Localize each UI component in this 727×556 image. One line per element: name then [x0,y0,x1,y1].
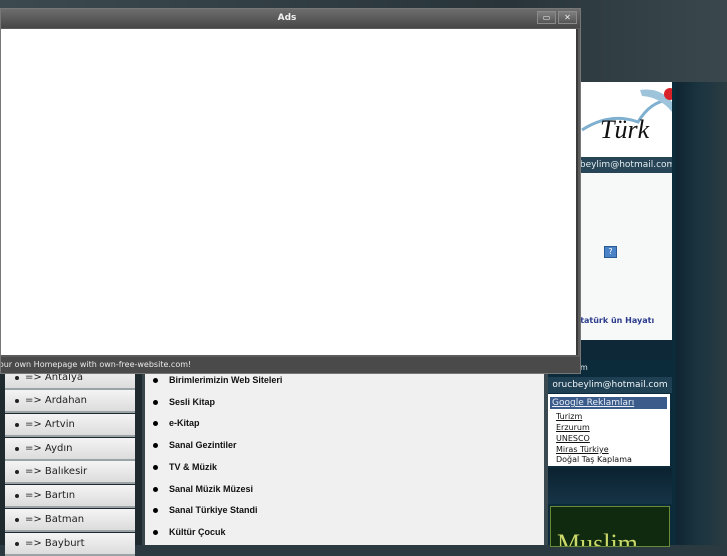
main-content-list: Birimlerimizin Web Siteleri Sesli Kitap … [142,365,547,545]
ad-link-erzurum[interactable]: Erzurum [556,423,590,432]
bullet-icon [153,529,158,535]
info-panel [580,173,672,340]
sidebar-item-label: => Bayburt [25,538,85,549]
bullet-icon [15,469,19,474]
ad-text-dogal-tas[interactable]: Doğal Taş Kaplama [556,455,632,464]
list-item[interactable]: Sanal Gezintiler [153,440,237,450]
bullet-icon [15,493,19,498]
ataturk-link-text: Atatürk ün Hayatı [574,316,655,325]
list-item-label: Sesli Kitap [169,397,216,407]
sidebar-item-aydin[interactable]: => Aydın [5,438,135,461]
sidebar-item-label: => Batman [25,514,85,525]
bullet-icon [153,486,158,492]
bullet-icon [153,464,158,470]
sidebar-item-label: => Ardahan [25,395,87,406]
logo-text: Türk [600,115,650,144]
status-bar: Your own Homepage with own-free-website.… [1,357,580,373]
sidebar-item-balikesir[interactable]: => Balıkesir [5,461,135,484]
bullet-icon [15,446,19,451]
list-item[interactable]: TV & Müzik [153,462,217,472]
bullet-icon [153,507,158,513]
bullet-icon [153,420,158,426]
ads-header[interactable]: Google Reklamları [550,397,667,409]
help-icon[interactable]: ? [604,246,617,258]
partial-heading: m [580,363,588,372]
sidebar-item-batman[interactable]: => Batman [5,509,135,532]
ad-link-turizm[interactable]: Turizm [556,412,582,421]
list-item-label: Sanal Müzik Müzesi [169,484,254,494]
ad-link-miras-turkiye[interactable]: Miras Türkiye [556,445,609,454]
list-item-label: Sanal Türkiye Standi [169,505,258,515]
sidebar-item-ardahan[interactable]: => Ardahan [5,390,135,413]
google-ads-box: Google Reklamları Turizm Erzurum UNESCO … [548,394,670,466]
divider-strip [548,468,672,504]
ads-window: Ads ▭ ✕ Your own Homepage with own-free-… [0,8,581,374]
banner-text: Muslim [557,529,638,547]
banner-image[interactable]: Muslim [550,506,670,547]
list-item-label: TV & Müzik [169,462,218,472]
restore-button[interactable]: ▭ [537,11,556,24]
list-item[interactable]: e-Kitap [153,418,200,428]
ad-link-unesco[interactable]: UNESCO [556,434,590,443]
list-item[interactable]: Birimlerimizin Web Siteleri [153,375,282,385]
sidebar-item-label: => Balıkesir [25,466,88,477]
list-item[interactable]: Sesli Kitap [153,397,215,407]
list-item[interactable]: Sanal Müzik Müzesi [153,484,253,494]
close-button[interactable]: ✕ [558,11,577,24]
left-sidebar: => Antalya => Ardahan => Artvin => Aydın… [0,365,142,556]
list-item[interactable]: Sanal Türkiye Standi [153,505,258,515]
bullet-icon [153,377,158,383]
bullet-icon [15,422,19,427]
bullet-icon [15,375,19,380]
window-titlebar[interactable]: Ads ▭ ✕ [1,9,580,28]
email-bar: orucbeylim@hotmail.com [580,157,672,173]
list-item-label: Kültür Çocuk [169,527,226,537]
bullet-icon [153,399,158,405]
page-background-right [672,82,727,545]
sidebar-item-label: => Bartın [25,490,76,501]
ataturk-link[interactable]: Atatürk ün Hayatı [574,316,654,325]
list-item-label: Sanal Gezintiler [169,440,237,450]
bullet-icon [153,442,158,448]
window-title: Ads [277,13,297,23]
list-item[interactable]: Kültür Çocuk [153,527,226,537]
sidebar-item-label: => Artvin [25,419,75,430]
bullet-icon [15,517,19,522]
list-item-label: Birimlerimizin Web Siteleri [169,375,283,385]
list-item-label: e-Kitap [169,418,200,428]
email-text: orucbeylim@hotmail.com [580,160,672,170]
logo-graphic: Türk [581,88,672,144]
sidebar-item-label: => Aydın [25,443,73,454]
sidebar-item-bartin[interactable]: => Bartın [5,485,135,508]
email-bar-secondary: orucbeylim@hotmail.com [548,377,672,393]
bullet-icon [15,398,19,403]
window-content [1,29,578,355]
sidebar-item-artvin[interactable]: => Artvin [5,414,135,437]
status-text: Your own Homepage with own-free-website.… [1,360,192,369]
site-logo: Türk [580,82,672,157]
